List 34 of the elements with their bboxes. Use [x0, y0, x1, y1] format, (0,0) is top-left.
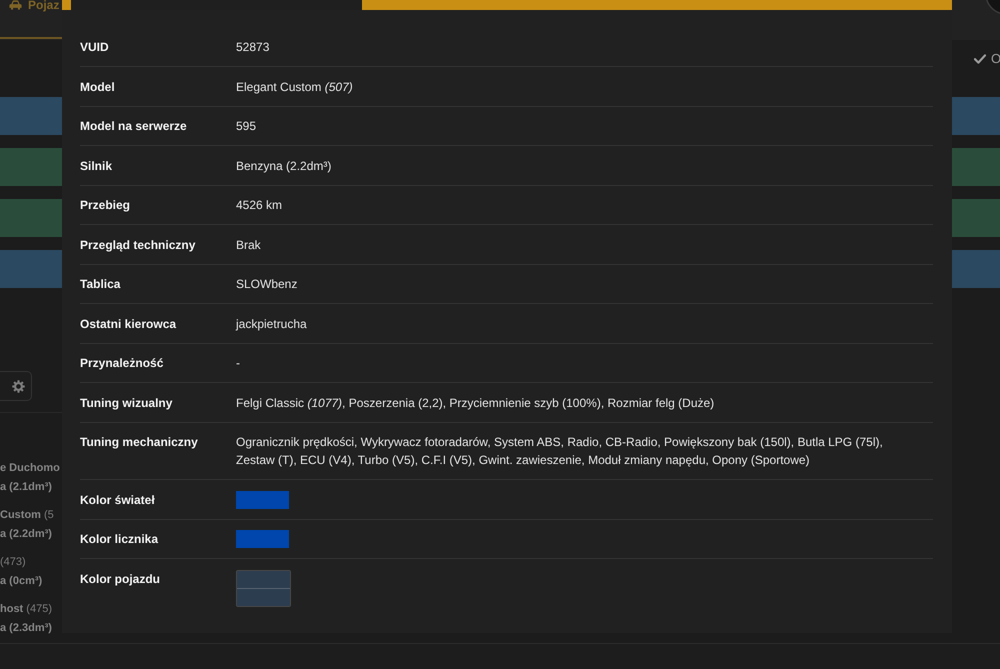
avatar-icon [985, 0, 1000, 15]
field-label: Przebieg [80, 197, 132, 214]
field-value: Brak [236, 236, 262, 254]
field-value: 4526 km [236, 197, 284, 214]
field-value: Elegant Custom (507) [236, 78, 354, 96]
field-label: Przegląd techniczny [80, 236, 196, 254]
field-label: Tuning mechaniczny [80, 434, 199, 451]
settings-button[interactable] [0, 371, 32, 401]
field-value: - [236, 355, 241, 372]
field-value: SLOWbenz [236, 276, 298, 293]
vehicle-list-item[interactable]: Custom (5 a (2.2dm³) [0, 499, 62, 546]
field-label: Kolor świateł [80, 492, 156, 508]
field-value: jackpietrucha [236, 316, 308, 332]
vehicle-list-item[interactable]: e Duchomo a (2.1dm³) [0, 452, 62, 499]
gear-icon [12, 380, 25, 392]
field-label: Model [80, 78, 116, 96]
field-label: Przynależność [80, 355, 164, 372]
field-value: Benzyna (2.2dm³) [236, 158, 332, 174]
field-value: Ogranicznik prędkości, Wykrywacz fotoradarów, System ABS, Radio, CB-Radio, Powiększony bak (150l), Butla LPG (75l), Zestaw (T), ECU (V4), Turbo (V5), C.F.I (V5), Gwint. zawieszenie, Moduł zmiany napędu, Opony (Sportowe) [236, 434, 884, 469]
field-value: Felgi Classic (1077), Poszerzenia (2,2), Przyciemnienie szyb (100%), Rozmiar felg (Duże) [236, 394, 716, 412]
field-label: Tablica [80, 276, 122, 293]
field-value: 52873 [236, 39, 270, 56]
field-label: Tuning wizualny [80, 394, 174, 412]
field-label: VUID [80, 39, 110, 56]
field-value: 595 [236, 118, 258, 135]
field-label: Silnik [80, 158, 114, 174]
field-label: Kolor licznika [80, 531, 160, 548]
check-icon [974, 54, 986, 64]
vehicle-list-item[interactable]: (473) a (0cm³) [0, 546, 62, 593]
field-label: Kolor pojazdu [80, 570, 161, 588]
field-label: Ostatni kierowca [80, 316, 178, 332]
field-label: Model na serwerze [80, 118, 188, 135]
car-icon [9, 0, 22, 10]
vehicle-list-item[interactable]: host (475) a (2.3dm³) [0, 593, 62, 640]
